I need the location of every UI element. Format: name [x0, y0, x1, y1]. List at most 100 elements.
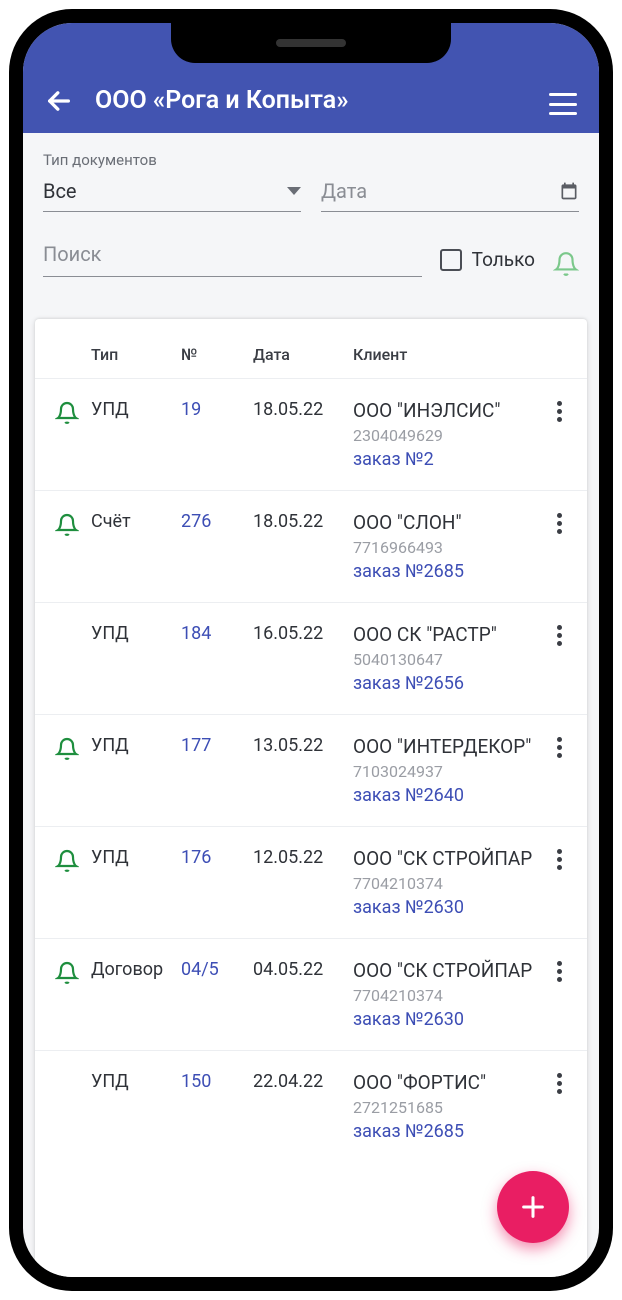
more-icon[interactable] — [539, 1071, 579, 1094]
client-name: ООО "ФОРТИС" — [353, 1071, 539, 1094]
bell-icon — [55, 401, 79, 430]
date-cell: 22.04.22 — [253, 1071, 353, 1092]
client-name: ООО "ИНТЕРДЕКОР" — [353, 735, 539, 758]
table-row[interactable]: УПД15022.04.22ООО "ФОРТИС" 2721251685 зака… — [35, 1050, 587, 1162]
doc-type-field: Тип документов Все — [43, 151, 301, 212]
bell-icon — [55, 849, 79, 878]
number-cell: 177 — [181, 735, 253, 756]
more-icon[interactable] — [539, 623, 579, 646]
date-cell: 12.05.22 — [253, 847, 353, 868]
client-cell: ООО "СК СТРОЙПАР 7704210374 заказ №2630 — [353, 847, 539, 918]
table-row[interactable]: УПД17713.05.22ООО "ИНТЕРДЕКОР" 7103024937… — [35, 714, 587, 826]
order-link[interactable]: заказ №2 — [353, 449, 539, 470]
table-row[interactable]: УПД18416.05.22ООО СК "РАСТР"5040130647за… — [35, 602, 587, 714]
more-icon[interactable] — [539, 399, 579, 422]
doc-type-select[interactable]: Все — [43, 173, 301, 212]
table-header: Тип № Дата Клиент — [35, 327, 587, 378]
doc-type-label: Тип документов — [43, 151, 301, 169]
client-inn: 7103024937 — [353, 762, 539, 781]
order-link[interactable]: заказ №2640 — [353, 785, 539, 806]
filter-panel: Тип документов Все Дата — [23, 133, 599, 293]
type-cell: УПД — [91, 735, 181, 756]
th-date: Дата — [253, 345, 353, 364]
more-icon[interactable] — [539, 735, 579, 758]
table-row[interactable]: УПД17612.05.22ООО "СК СТРОЙПАР7704210374… — [35, 826, 587, 938]
bell-icon — [55, 737, 79, 766]
client-cell: ООО "ФОРТИС" 2721251685 заказ №2685 — [353, 1071, 539, 1142]
type-cell: УПД — [91, 399, 181, 420]
more-icon[interactable] — [539, 959, 579, 982]
back-icon[interactable] — [45, 87, 73, 115]
client-inn: 7704210374 — [353, 874, 539, 893]
th-client: Клиент — [353, 345, 539, 364]
table-row[interactable]: Договор04/504.05.22ООО "СК СТРОЙПАР 77042… — [35, 938, 587, 1050]
notch — [171, 23, 451, 63]
order-link[interactable]: заказ №2685 — [353, 1121, 539, 1142]
date-cell: 04.05.22 — [253, 959, 353, 980]
date-field: Дата — [321, 151, 579, 212]
only-checkbox[interactable]: Только — [440, 248, 535, 277]
client-name: ООО "ИНЭЛСИС" — [353, 399, 539, 422]
order-link[interactable]: заказ №2685 — [353, 561, 539, 582]
date-cell: 18.05.22 — [253, 511, 353, 532]
bell-cell — [43, 847, 91, 878]
table-row[interactable]: Счёт27618.05.22ООО "СЛОН"7716966493заказ… — [35, 490, 587, 602]
bell-cell — [43, 735, 91, 766]
client-inn: 7704210374 — [353, 986, 539, 1005]
date-cell: 18.05.22 — [253, 399, 353, 420]
client-name: ООО "СК СТРОЙПАР — [353, 847, 539, 870]
add-button[interactable] — [497, 1171, 569, 1243]
page-title: ООО «Рога и Копыта» — [95, 86, 549, 115]
client-inn: 7716966493 — [353, 538, 539, 557]
type-cell: УПД — [91, 1071, 181, 1092]
checkbox-icon — [440, 249, 462, 271]
bell-cell — [43, 623, 91, 625]
type-cell: УПД — [91, 623, 181, 644]
calendar-icon — [559, 181, 579, 201]
date-cell: 13.05.22 — [253, 735, 353, 756]
bell-cell — [43, 1071, 91, 1073]
date-placeholder: Дата — [321, 179, 367, 203]
number-cell: 04/5 — [181, 959, 253, 980]
number-cell: 19 — [181, 399, 253, 420]
document-list: Тип № Дата Клиент УПД1918.05.22ООО "ИНЭЛ… — [35, 319, 587, 1277]
client-cell: ООО "ИНТЕРДЕКОР" 7103024937 заказ №2640 — [353, 735, 539, 806]
th-num: № — [181, 345, 253, 364]
search-input[interactable]: Поиск — [43, 236, 422, 277]
bell-cell — [43, 959, 91, 990]
client-cell: ООО "СК СТРОЙПАР 7704210374 заказ №2630 — [353, 959, 539, 1030]
client-inn: 2721251685 — [353, 1098, 539, 1117]
client-cell: ООО СК "РАСТР"5040130647заказ №2656 — [353, 623, 539, 694]
order-link[interactable]: заказ №2630 — [353, 897, 539, 918]
bell-cell — [43, 399, 91, 430]
number-cell: 276 — [181, 511, 253, 532]
date-cell: 16.05.22 — [253, 623, 353, 644]
order-link[interactable]: заказ №2630 — [353, 1009, 539, 1030]
more-icon[interactable] — [539, 511, 579, 534]
date-input[interactable]: Дата — [321, 173, 579, 212]
doc-type-value: Все — [43, 179, 77, 203]
number-cell: 184 — [181, 623, 253, 644]
menu-icon[interactable] — [549, 93, 577, 115]
chevron-down-icon — [287, 187, 301, 195]
client-cell: ООО "ИНЭЛСИС"2304049629заказ №2 — [353, 399, 539, 470]
bell-cell — [43, 511, 91, 542]
order-link[interactable]: заказ №2656 — [353, 673, 539, 694]
client-cell: ООО "СЛОН"7716966493заказ №2685 — [353, 511, 539, 582]
search-placeholder: Поиск — [43, 242, 102, 266]
number-cell: 176 — [181, 847, 253, 868]
number-cell: 150 — [181, 1071, 253, 1092]
client-name: ООО "СК СТРОЙПАР — [353, 959, 539, 982]
table-row[interactable]: УПД1918.05.22ООО "ИНЭЛСИС"2304049629зака… — [35, 378, 587, 490]
client-name: ООО СК "РАСТР" — [353, 623, 539, 646]
type-cell: Договор — [91, 959, 181, 980]
bell-icon — [55, 961, 79, 990]
bell-icon — [55, 513, 79, 542]
screen: ООО «Рога и Копыта» Тип документов Все Д… — [23, 23, 599, 1277]
bell-filter-icon[interactable] — [553, 251, 579, 277]
more-icon[interactable] — [539, 847, 579, 870]
only-label: Только — [472, 248, 535, 271]
phone-frame: ООО «Рога и Копыта» Тип документов Все Д… — [10, 10, 612, 1290]
type-cell: Счёт — [91, 511, 181, 532]
th-type: Тип — [91, 345, 181, 364]
